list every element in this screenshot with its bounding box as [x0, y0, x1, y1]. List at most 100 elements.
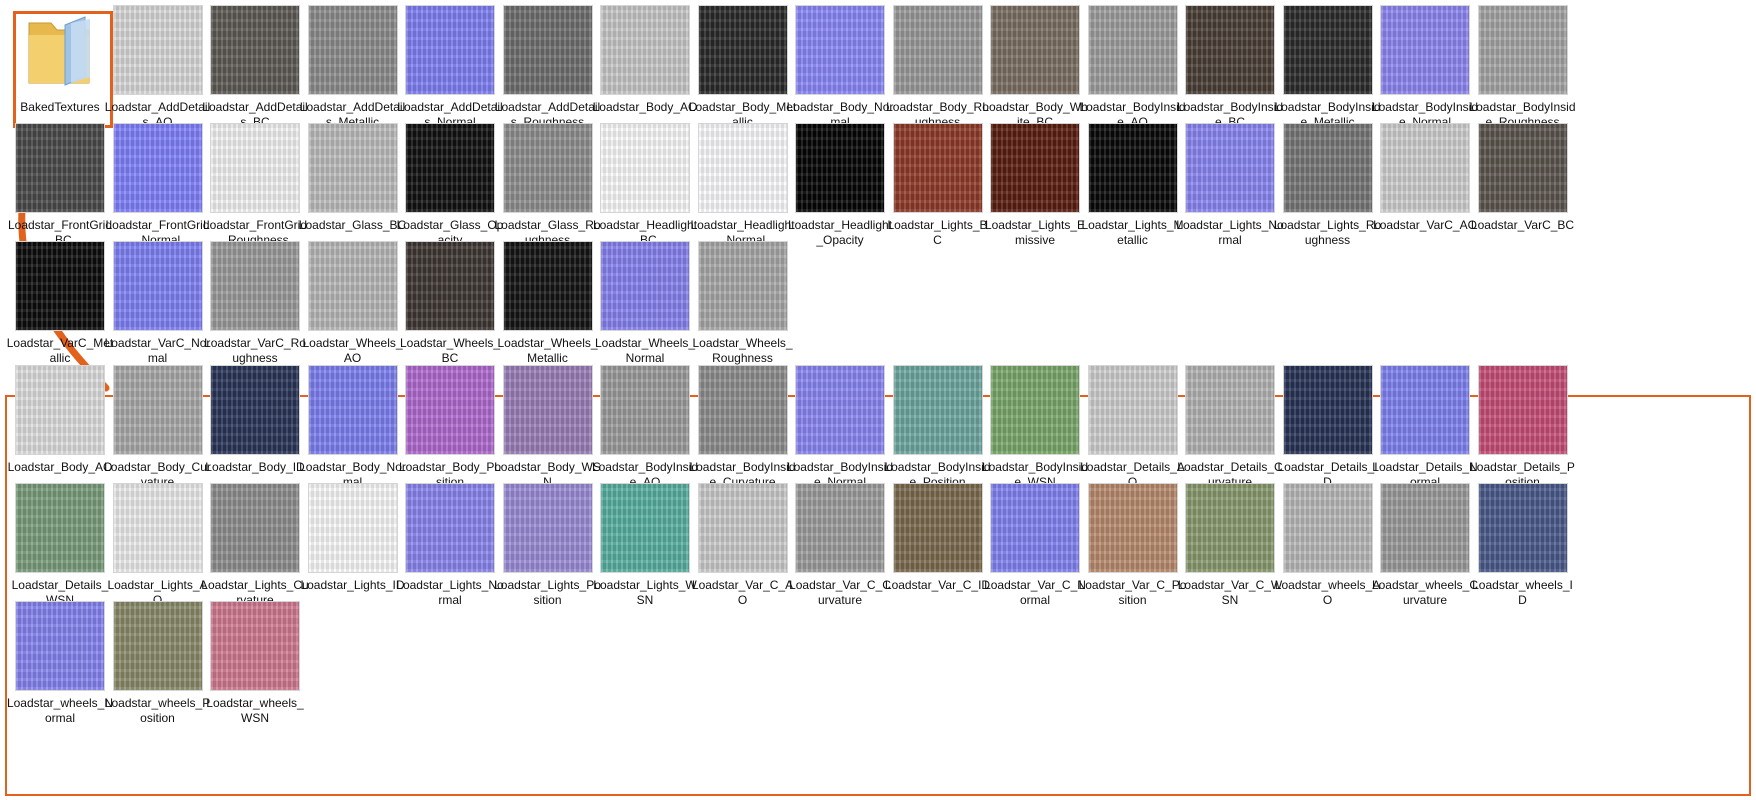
file-item[interactable]: Loadstar_Details_Position [1463, 360, 1575, 489]
file-item[interactable]: Loadstar_Details_Curvature [1170, 360, 1283, 489]
file-item[interactable]: Loadstar_Wheels_Roughness [683, 236, 793, 365]
file-item[interactable]: Loadstar_FrontGrid_BC [0, 118, 112, 247]
file-item[interactable]: Loadstar_Body_Normal [780, 0, 893, 129]
texture-thumbnail [502, 365, 593, 455]
file-item[interactable]: Loadstar_Body_AO [585, 0, 697, 128]
texture-thumbnail [990, 365, 1080, 455]
file-item[interactable]: Loadstar_Wheels_Metallic [488, 236, 598, 365]
file-item[interactable]: Loadstar_Glass_Opacity [390, 118, 503, 247]
file-item[interactable]: Loadstar_Details_ID [1268, 360, 1378, 489]
texture-thumbnail [1087, 365, 1178, 455]
file-item[interactable]: Loadstar_Lights_Position [488, 478, 601, 607]
file-item[interactable]: Loadstar_Lights_AO [98, 478, 208, 607]
file-item[interactable]: Loadstar_Body_Curvature [98, 360, 211, 489]
file-item[interactable]: Loadstar_BodyInside_Normal [780, 360, 893, 489]
file-item[interactable]: Loadstar_Details_Normal [1365, 360, 1478, 489]
texture-thumbnail [795, 5, 885, 95]
texture-thumbnail [892, 123, 983, 213]
file-item[interactable]: Loadstar_Glass_Roughness [488, 118, 601, 247]
texture-thumbnail [112, 123, 203, 213]
file-item[interactable]: Loadstar_Lights_Curvature [195, 478, 309, 607]
texture-thumbnail [307, 5, 398, 95]
file-item[interactable]: Loadstar_Lights_Normal [390, 478, 504, 607]
texture-thumbnail [1380, 123, 1470, 213]
file-item[interactable]: Loadstar_Headlight_BC [585, 118, 697, 247]
file-item[interactable]: Loadstar_Headlight_Opacity [780, 118, 892, 247]
texture-thumbnail [210, 483, 300, 573]
file-item[interactable]: Loadstar_Var_C_Position [1073, 478, 1186, 607]
file-item[interactable]: Loadstar_wheels_Position [98, 596, 210, 725]
texture-thumbnail [697, 241, 788, 331]
texture-thumbnail [405, 365, 495, 455]
file-item[interactable]: Loadstar_Body_Position [390, 360, 501, 489]
texture-thumbnail [990, 5, 1080, 95]
texture-thumbnail [600, 365, 690, 455]
file-item[interactable]: Loadstar_Body_WSN [488, 360, 601, 489]
file-item[interactable]: Loadstar_AddDetails_BC [195, 0, 308, 129]
file-item[interactable]: Loadstar_Lights_Normal [1170, 118, 1284, 247]
file-item[interactable]: Loadstar_Body_Roughness [878, 0, 989, 129]
file-item[interactable]: Loadstar_Var_C_Normal [975, 478, 1086, 607]
file-item[interactable]: Loadstar_BodyInside_Roughness [1463, 0, 1576, 129]
file-item[interactable]: Loadstar_BodyInside_Metallic [1268, 0, 1381, 129]
file-item[interactable]: Loadstar_Body_AO [0, 360, 112, 488]
file-item[interactable]: Loadstar_Body_Normal [293, 360, 406, 489]
texture-thumbnail [697, 483, 788, 573]
file-item[interactable]: Loadstar_BodyInside_AO [585, 360, 698, 489]
file-item[interactable]: Loadstar_Wheels_AO [293, 236, 403, 365]
texture-thumbnail [1380, 5, 1470, 95]
file-item[interactable]: Loadstar_Lights_Emissive [975, 118, 1085, 247]
file-item[interactable]: Loadstar_BodyInside_Position [878, 360, 991, 489]
file-item[interactable]: Loadstar_Lights_Metallic [1073, 118, 1184, 247]
texture-thumbnail [210, 123, 300, 213]
texture-thumbnail [15, 123, 105, 213]
file-item[interactable]: Loadstar_Glass_BC [293, 118, 406, 246]
file-item[interactable]: Loadstar_wheels_Normal [0, 596, 113, 725]
texture-thumbnail [405, 5, 495, 95]
file-item[interactable]: Loadstar_Lights_WSN [585, 478, 697, 607]
file-item[interactable]: Loadstar_BodyInside_WSN [975, 360, 1088, 489]
file-item[interactable]: Loadstar_Body_White_BC [975, 0, 1088, 129]
file-item[interactable]: Loadstar_Var_C_Curvature [780, 478, 891, 607]
file-item[interactable]: Loadstar_AddDetails_Metallic [293, 0, 405, 129]
file-item[interactable]: Loadstar_wheels_WSN [195, 596, 304, 725]
file-item[interactable]: Loadstar_Wheels_BC [390, 236, 500, 365]
file-item[interactable]: Loadstar_VarC_BC [1463, 118, 1574, 246]
file-item[interactable]: Loadstar_FrontGrid_Roughness [195, 118, 307, 247]
file-item[interactable]: Loadstar_Lights_BC [878, 118, 988, 247]
texture-thumbnail [697, 123, 788, 213]
file-item[interactable]: Loadstar_Var_C_ID [878, 478, 990, 606]
file-item[interactable]: Loadstar_wheels_AO [1268, 478, 1380, 607]
file-item[interactable]: Loadstar_Var_C_WSN [1170, 478, 1282, 607]
file-item[interactable]: Loadstar_AddDetails_Normal [390, 0, 503, 129]
file-item[interactable]: Loadstar_BodyInside_BC [1170, 0, 1283, 129]
file-item[interactable]: Loadstar_AddDetails_Roughness [488, 0, 600, 129]
texture-thumbnail [795, 123, 885, 213]
file-item[interactable]: Loadstar_BodyInside_Normal [1365, 0, 1478, 129]
file-item[interactable]: Loadstar_FrontGrid_Normal [98, 118, 210, 247]
texture-thumbnail [600, 5, 690, 95]
file-item[interactable]: Loadstar_Details_WSN [0, 478, 109, 607]
file-item[interactable]: Loadstar_VarC_AO [1365, 118, 1477, 246]
file-item[interactable]: Loadstar_Body_Metallic [683, 0, 796, 129]
file-item[interactable]: Loadstar_BodyInside_AO [1073, 0, 1186, 129]
file-item[interactable]: Loadstar_BodyInside_Curvature [683, 360, 796, 489]
file-item[interactable]: Loadstar_Lights_ID [293, 478, 405, 606]
texture-thumbnail [990, 123, 1080, 213]
texture-thumbnail [502, 123, 593, 213]
file-name: Loadstar_wheels_WSN [206, 696, 304, 725]
file-item[interactable]: Loadstar_Details_AO [1073, 360, 1185, 489]
file-item[interactable]: Loadstar_Wheels_Normal [585, 236, 695, 365]
texture-thumbnail [112, 5, 203, 95]
file-item[interactable]: Loadstar_wheels_Curvature [1365, 478, 1478, 607]
file-item[interactable]: Loadstar_Var_C_AO [683, 478, 793, 607]
texture-thumbnail [990, 483, 1080, 573]
file-item[interactable]: Loadstar_AddDetails_AO [98, 0, 210, 129]
file-item[interactable]: Loadstar_VarC_Metallic [0, 236, 113, 365]
file-item[interactable]: Loadstar_wheels_ID [1463, 478, 1573, 607]
file-item[interactable]: Loadstar_VarC_Normal [98, 236, 210, 365]
file-item[interactable]: Loadstar_Body_ID [195, 360, 305, 488]
file-item[interactable]: Loadstar_Lights_Roughness [1268, 118, 1381, 247]
file-item[interactable]: Loadstar_Headlight_Normal [683, 118, 795, 247]
file-item[interactable]: Loadstar_VarC_Roughness [195, 236, 306, 365]
